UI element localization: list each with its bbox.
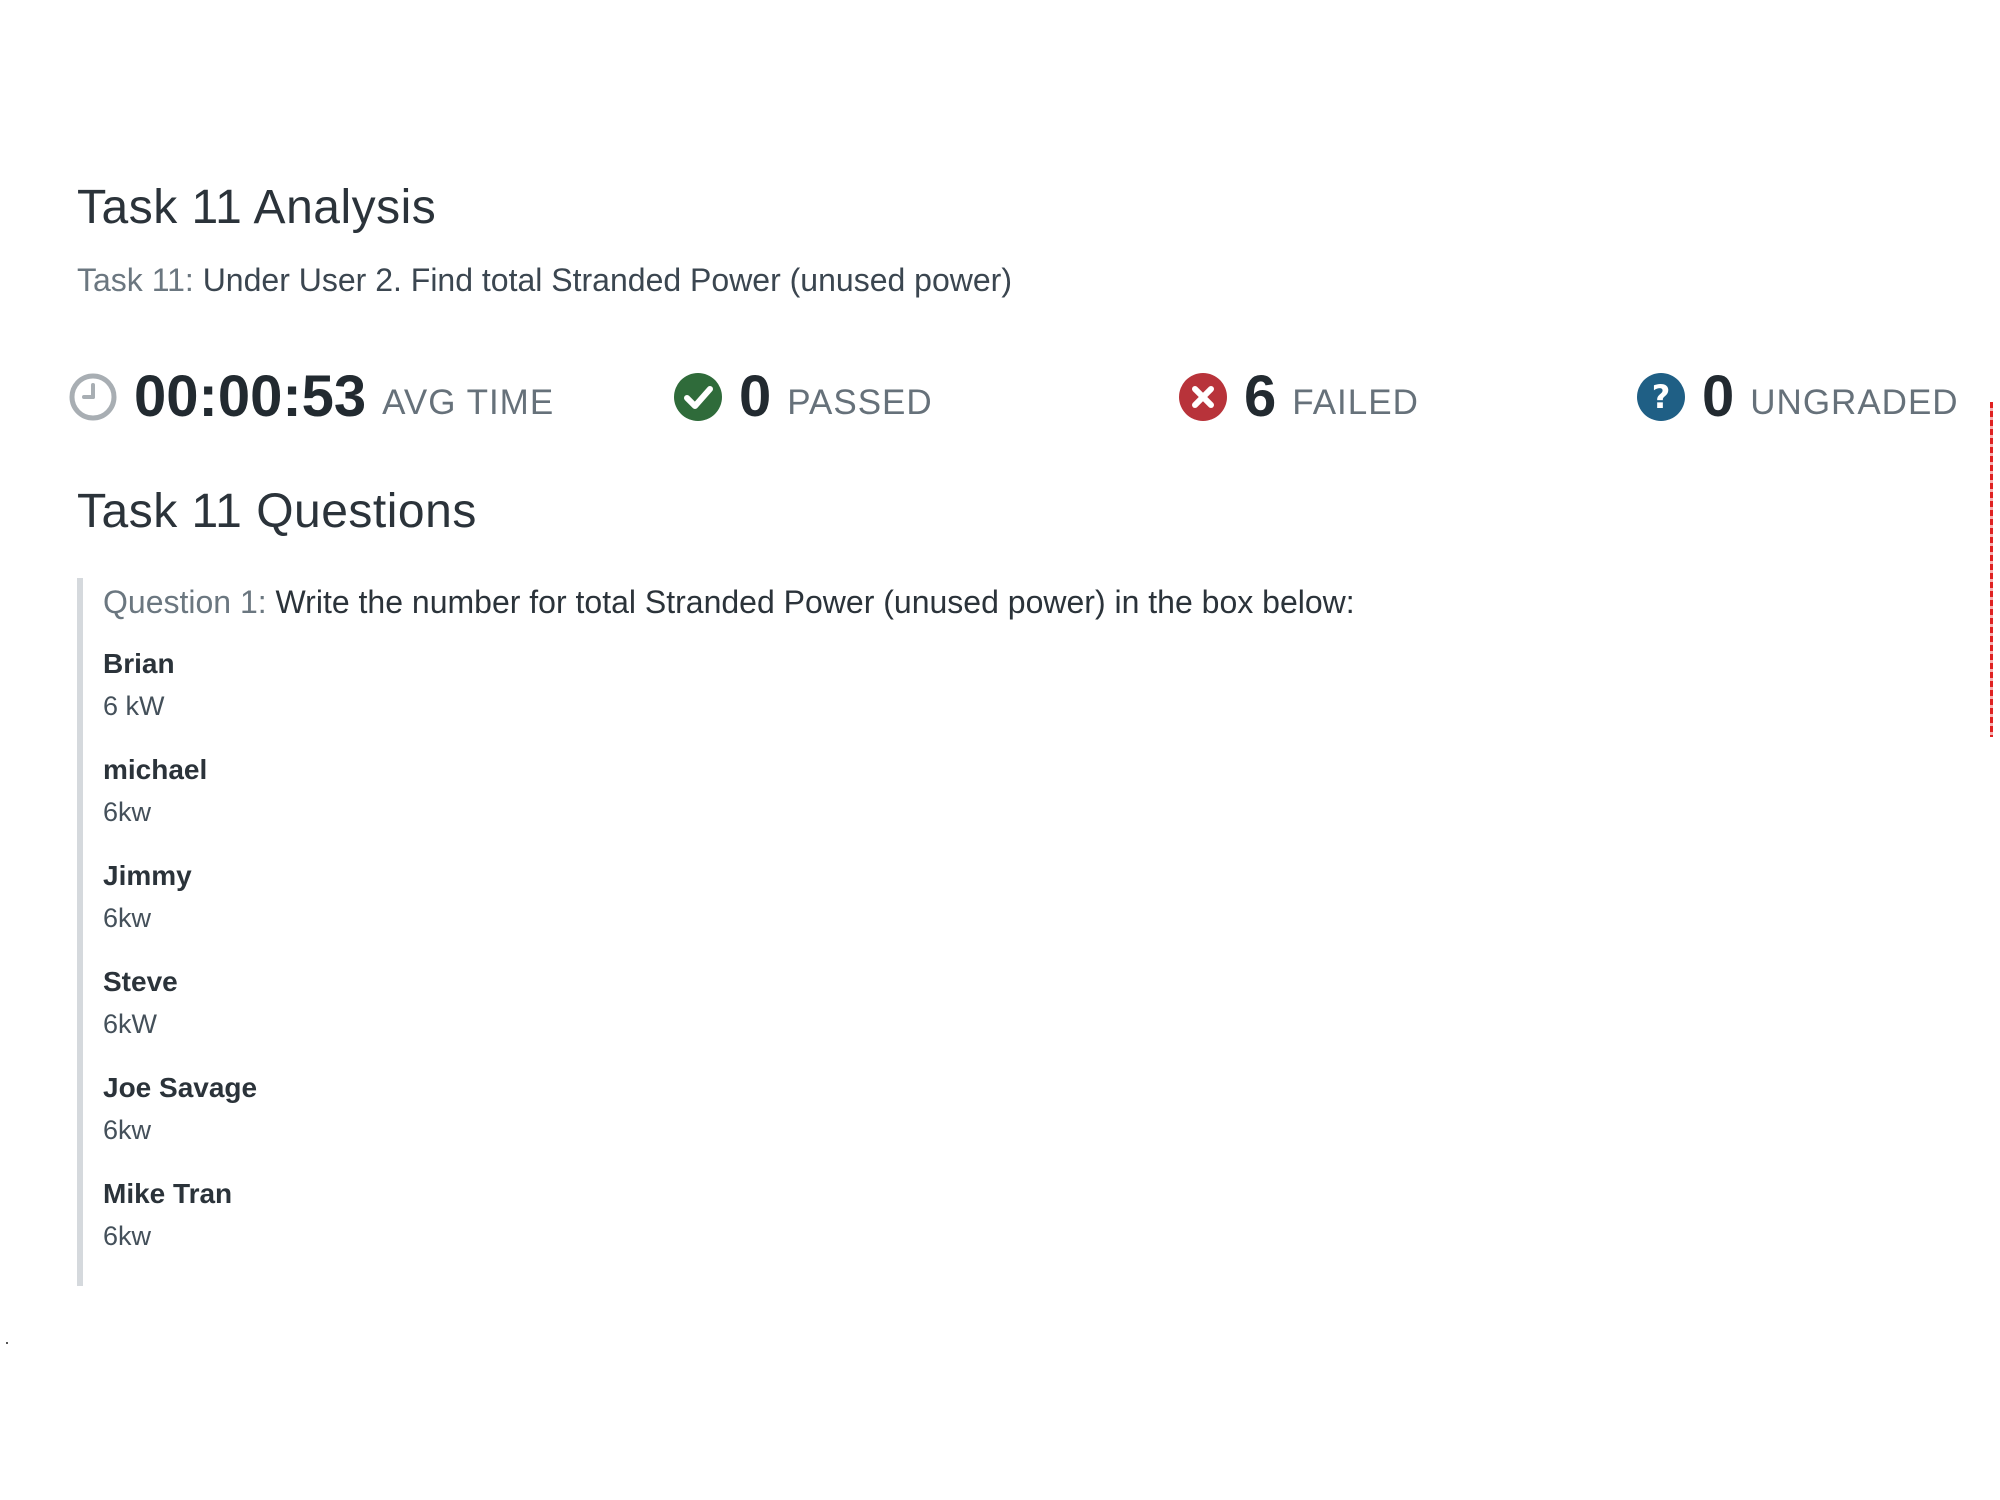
answer-value: 6kw (103, 903, 152, 933)
answer-user-name: Joe Savage (103, 1072, 258, 1103)
task-description-prefix: Task 11: (77, 262, 194, 298)
answer-value: 6kw (103, 797, 152, 827)
answer-list: Brian 6 kW michael 6kw Jimmy 6kw Steve 6… (103, 643, 1877, 1279)
answer-item: Jimmy 6kw (103, 855, 1877, 961)
svg-text:?: ? (1652, 378, 1671, 416)
answer-item: michael 6kw (103, 749, 1877, 855)
question-body: Write the number for total Stranded Powe… (275, 584, 1355, 620)
task-analysis-page: Task 11 Analysis Task 11: Under User 2. … (0, 0, 2000, 1500)
stat-passed: 0 PASSED (673, 362, 933, 432)
stats-row: 00:00:53 AVG TIME 0 PASSED 6 FAILED ? 0 … (68, 362, 1968, 432)
answer-user-name: Jimmy (103, 860, 192, 891)
question-block: Question 1: Write the number for total S… (77, 578, 1877, 1286)
answer-value: 6kw (103, 1221, 152, 1251)
answer-item: Mike Tran 6kw (103, 1173, 1877, 1279)
clock-icon (68, 372, 118, 422)
x-circle-icon (1178, 372, 1228, 422)
ungraded-value: 0 (1702, 364, 1735, 429)
task-description: Task 11: Under User 2. Find total Strand… (77, 262, 1012, 299)
passed-label: PASSED (787, 383, 933, 422)
failed-value: 6 (1244, 364, 1277, 429)
question-circle-icon: ? (1636, 372, 1686, 422)
answer-value: 6kW (103, 1009, 157, 1039)
stray-dot (6, 1342, 8, 1344)
answer-user-name: Brian (103, 648, 175, 679)
passed-value: 0 (739, 364, 772, 429)
answer-item: Joe Savage 6kw (103, 1067, 1877, 1173)
questions-title: Task 11 Questions (77, 485, 477, 538)
answer-item: Steve 6kW (103, 961, 1877, 1067)
stat-avg-time: 00:00:53 AVG TIME (68, 362, 554, 432)
avg-time-label: AVG TIME (382, 383, 555, 422)
check-circle-icon (673, 372, 723, 422)
answer-user-name: michael (103, 754, 208, 785)
answer-value: 6 kW (103, 691, 165, 721)
task-description-text: Under User 2. Find total Stranded Power … (202, 262, 1012, 298)
answer-item: Brian 6 kW (103, 643, 1877, 749)
answer-user-name: Mike Tran (103, 1178, 233, 1209)
question-prefix: Question 1: (103, 584, 267, 620)
stat-ungraded: ? 0 UNGRADED (1636, 362, 1959, 432)
avg-time-value: 00:00:53 (134, 364, 367, 429)
scrollbar[interactable] (1990, 402, 1993, 737)
ungraded-label: UNGRADED (1750, 383, 1959, 422)
answer-value: 6kw (103, 1115, 152, 1145)
question-text: Question 1: Write the number for total S… (103, 584, 1877, 621)
stat-failed: 6 FAILED (1178, 362, 1419, 432)
answer-user-name: Steve (103, 966, 178, 997)
page-title: Task 11 Analysis (77, 181, 437, 234)
failed-label: FAILED (1292, 383, 1419, 422)
